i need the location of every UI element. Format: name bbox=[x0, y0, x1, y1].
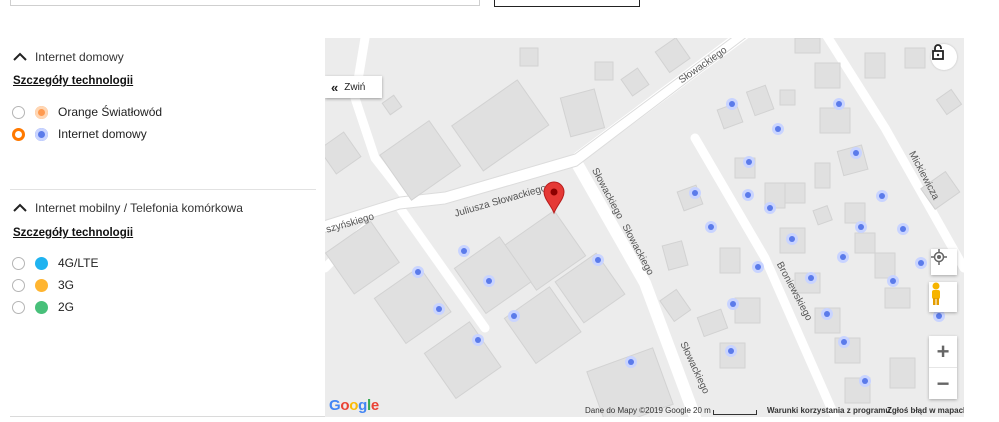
coverage-dot bbox=[730, 301, 736, 307]
pegman-icon bbox=[932, 282, 940, 305]
coverage-dot bbox=[890, 278, 896, 284]
section-title: Internet mobilny / Telefonia komórkowa bbox=[35, 201, 243, 215]
legend-dot-icon bbox=[35, 105, 48, 119]
section-header-internet-mobilny[interactable]: Internet mobilny / Telefonia komórkowa bbox=[13, 201, 243, 215]
zoom-out-button[interactable]: − bbox=[929, 368, 957, 399]
map-canvas[interactable]: Słowackiego Juliusza Słowackiego szyński… bbox=[325, 38, 964, 417]
option-label: 4G/LTE bbox=[58, 256, 99, 270]
technology-details-link[interactable]: Szczegóły technologii bbox=[13, 75, 133, 87]
legend-dot-icon bbox=[35, 300, 48, 314]
legend-dot-icon bbox=[35, 278, 48, 292]
legend-dot-icon bbox=[35, 127, 48, 141]
option-internet-domowy[interactable]: Internet domowy bbox=[12, 127, 147, 141]
terms-link[interactable]: Warunki korzystania z programu bbox=[767, 406, 890, 415]
layers-panel: Internet domowy Szczegóły technologii Or… bbox=[0, 38, 325, 417]
coverage-dot bbox=[692, 190, 698, 196]
radio-button[interactable] bbox=[12, 300, 25, 314]
section-divider bbox=[10, 189, 316, 190]
chevron-up-icon bbox=[13, 52, 27, 61]
coverage-dot bbox=[789, 236, 795, 242]
coverage-dot bbox=[475, 337, 481, 343]
option-label: Internet domowy bbox=[58, 127, 147, 141]
coverage-dot bbox=[729, 101, 735, 107]
coverage-dot bbox=[936, 313, 942, 319]
scale-label: 20 m bbox=[693, 406, 711, 415]
address-search-input[interactable] bbox=[10, 0, 480, 6]
street-view-pegman[interactable] bbox=[929, 282, 957, 312]
radio-button-selected[interactable] bbox=[12, 127, 25, 141]
coverage-dot bbox=[745, 192, 751, 198]
option-label: 3G bbox=[58, 278, 75, 292]
map-data-attribution: Dane do Mapy ©2019 Google bbox=[585, 406, 691, 415]
coverage-dot bbox=[841, 339, 847, 345]
my-location-button[interactable] bbox=[931, 249, 957, 275]
coverage-dot bbox=[879, 193, 885, 199]
coverage-dot bbox=[755, 264, 761, 270]
radio-button[interactable] bbox=[12, 105, 25, 119]
coverage-dot bbox=[853, 150, 859, 156]
google-logo: Google bbox=[329, 397, 379, 414]
option-4g-lte[interactable]: 4G/LTE bbox=[12, 256, 98, 270]
coverage-dot bbox=[918, 260, 924, 266]
coverage-dot bbox=[628, 359, 634, 365]
coverage-dot bbox=[775, 126, 781, 132]
section-title: Internet domowy bbox=[35, 50, 124, 64]
coverage-dot bbox=[900, 226, 906, 232]
technology-details-link[interactable]: Szczegóły technologii bbox=[13, 227, 133, 239]
coverage-dot bbox=[746, 159, 752, 165]
option-orange-swiatlowod[interactable]: Orange Światłowód bbox=[12, 105, 162, 119]
option-2g[interactable]: 2G bbox=[12, 300, 74, 314]
coverage-dot bbox=[836, 101, 842, 107]
legend-dot-icon bbox=[35, 256, 48, 270]
zoom-controls: + − bbox=[929, 336, 957, 399]
option-label: Orange Światłowód bbox=[58, 105, 163, 119]
coverage-dot bbox=[511, 313, 517, 319]
coverage-dot bbox=[858, 224, 864, 230]
coverage-dot bbox=[728, 348, 734, 354]
option-label: 2G bbox=[58, 300, 75, 314]
radio-button[interactable] bbox=[12, 278, 25, 292]
coverage-dot bbox=[415, 269, 421, 275]
collapse-panel-button[interactable]: « Zwiń bbox=[325, 76, 382, 98]
coverage-dot bbox=[808, 275, 814, 281]
crosshair-icon bbox=[931, 249, 947, 265]
search-button[interactable] bbox=[494, 0, 640, 7]
coverage-dot bbox=[824, 311, 830, 317]
coverage-dot bbox=[595, 257, 601, 263]
coverage-dot bbox=[708, 224, 714, 230]
report-error-link[interactable]: Zgłoś błąd w mapach bbox=[887, 406, 964, 415]
chevron-up-icon bbox=[13, 203, 27, 212]
radio-button[interactable] bbox=[12, 256, 25, 270]
zoom-in-button[interactable]: + bbox=[929, 336, 957, 367]
option-3g[interactable]: 3G bbox=[12, 278, 74, 292]
coverage-dot bbox=[862, 378, 868, 384]
coverage-dot bbox=[436, 306, 442, 312]
coverage-dot bbox=[486, 278, 492, 284]
panel-bottom-border bbox=[10, 416, 325, 417]
coverage-dot bbox=[840, 254, 846, 260]
section-header-internet-domowy[interactable]: Internet domowy bbox=[13, 50, 124, 64]
lock-icon[interactable] bbox=[931, 44, 957, 70]
map-tiles: Słowackiego Juliusza Słowackiego szyński… bbox=[325, 38, 964, 417]
coverage-dot bbox=[461, 248, 467, 254]
collapse-label: Zwiń bbox=[344, 81, 366, 93]
double-chevron-left-icon: « bbox=[331, 79, 339, 95]
scale-bar bbox=[713, 410, 757, 415]
coverage-dot bbox=[767, 205, 773, 211]
